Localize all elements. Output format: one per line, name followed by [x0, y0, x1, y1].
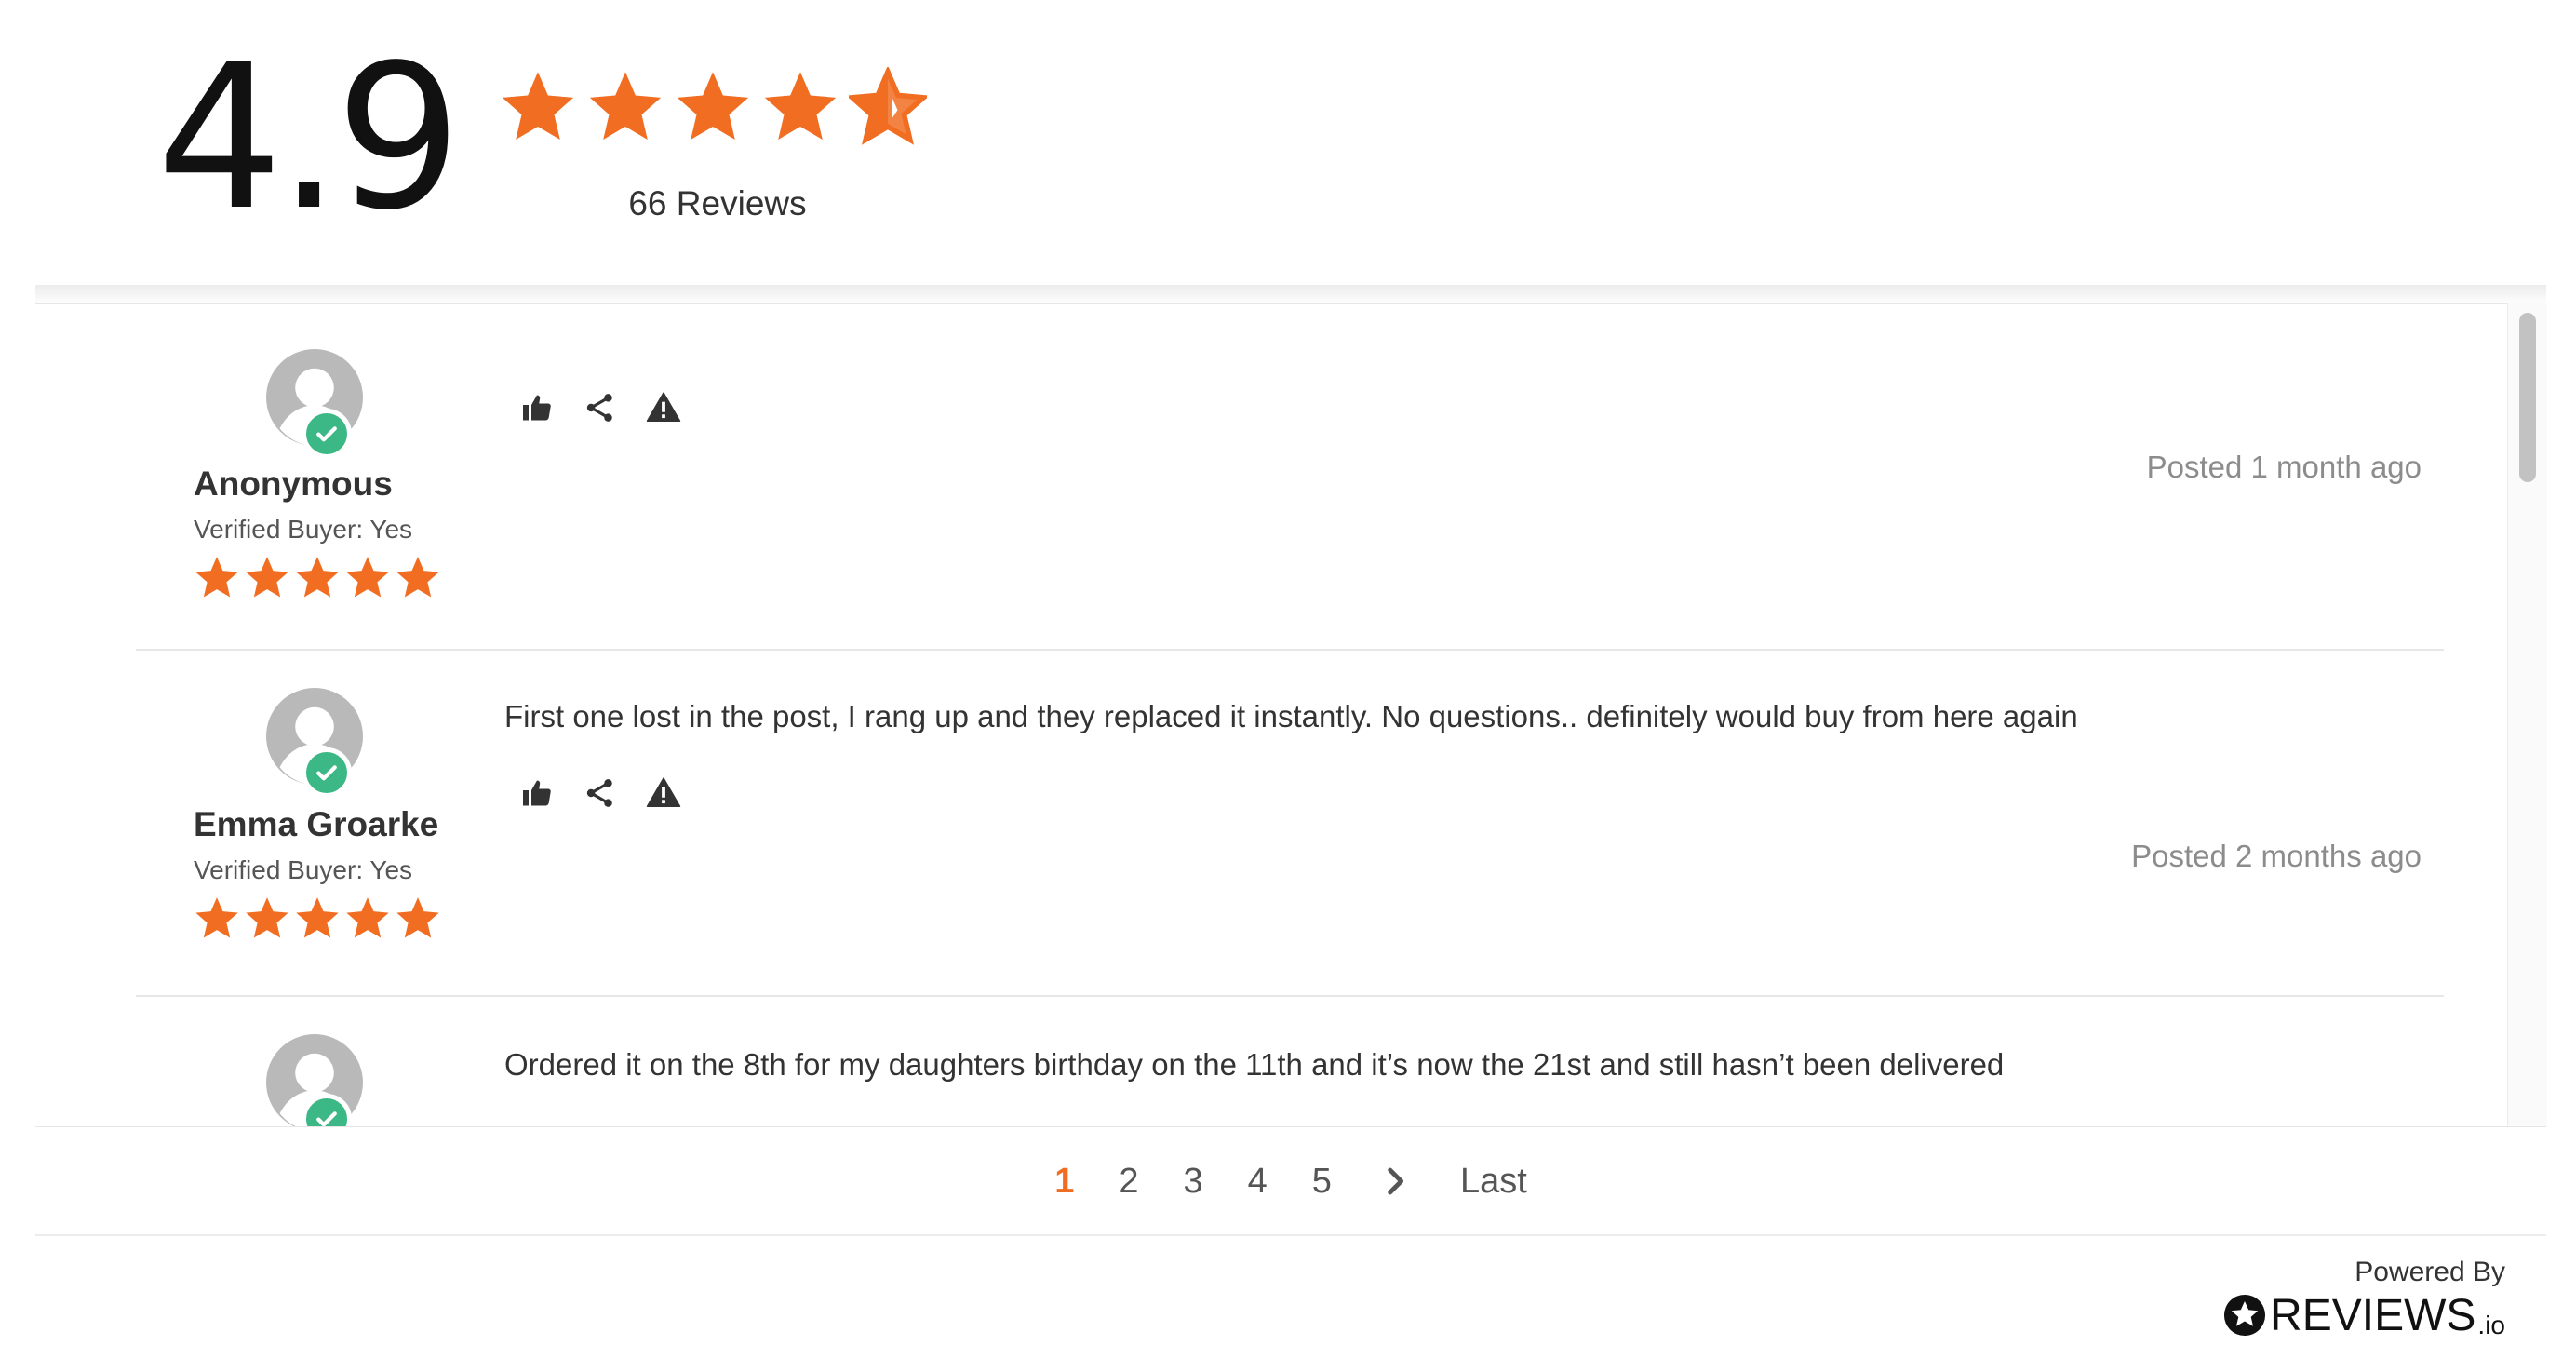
review-actions	[519, 390, 681, 425]
review-count: 66 Reviews	[628, 184, 807, 222]
review-actions	[519, 775, 681, 811]
powered-by[interactable]: Powered By REVIEWS .io	[2223, 1257, 2505, 1339]
review-text: First one lost in the post, I rang up an…	[504, 699, 2078, 733]
star-icon	[194, 895, 240, 941]
verified-check-icon	[302, 747, 352, 798]
star-icon	[674, 67, 752, 145]
review-item: Emma Groarke Verified Buyer: Yes First o…	[136, 651, 2444, 997]
review-item: Ordered it on the 8th for my daughters b…	[136, 997, 2444, 1127]
star-icon	[395, 895, 441, 941]
list-top-shadow	[35, 285, 2546, 305]
page-link-3[interactable]: 3	[1161, 1164, 1226, 1199]
star-icon	[294, 895, 341, 941]
star-icon	[294, 554, 341, 600]
star-icon	[761, 67, 839, 145]
scroll-thumb[interactable]	[2519, 313, 2536, 482]
powered-by-label: Powered By	[2355, 1257, 2505, 1287]
summary-stars	[499, 67, 927, 145]
page-link-5[interactable]: 5	[1290, 1164, 1354, 1199]
brand-name: REVIEWS	[2270, 1291, 2476, 1340]
star-icon	[244, 895, 290, 941]
reviewer-name: Anonymous	[194, 464, 393, 503]
chevron-right-icon[interactable]	[1354, 1166, 1438, 1196]
pagination: 1 2 3 4 5 Last	[35, 1126, 2546, 1236]
page-link-2[interactable]: 2	[1096, 1164, 1161, 1199]
review-rating	[194, 554, 441, 600]
page-link-4[interactable]: 4	[1226, 1164, 1290, 1199]
review-item: Anonymous Verified Buyer: Yes Posted 1 m…	[136, 304, 2444, 651]
share-icon[interactable]	[583, 390, 618, 425]
thumbs-up-icon[interactable]	[519, 390, 555, 425]
share-icon[interactable]	[583, 775, 618, 811]
star-icon	[344, 895, 391, 941]
reviews-list[interactable]: Anonymous Verified Buyer: Yes Posted 1 m…	[35, 303, 2511, 1127]
star-icon	[499, 67, 577, 145]
scrollbar[interactable]	[2507, 303, 2547, 1126]
warning-icon[interactable]	[646, 390, 681, 425]
review-rating	[194, 895, 441, 941]
page-link-1[interactable]: 1	[1032, 1164, 1096, 1199]
star-icon	[244, 554, 290, 600]
half-star-icon	[849, 67, 927, 145]
star-icon	[344, 554, 391, 600]
warning-icon[interactable]	[646, 775, 681, 811]
star-icon	[194, 554, 240, 600]
verified-check-icon	[302, 409, 352, 459]
average-score: 4.9	[156, 22, 462, 254]
posted-date: Posted 1 month ago	[2146, 450, 2422, 484]
review-text: Ordered it on the 8th for my daughters b…	[504, 1047, 2005, 1082]
verified-buyer-label: Verified Buyer: Yes	[194, 515, 413, 544]
star-circle-icon	[2224, 1294, 2266, 1337]
verified-buyer-label: Verified Buyer: Yes	[194, 855, 413, 884]
star-icon	[395, 554, 441, 600]
brand-logo[interactable]: REVIEWS .io	[2223, 1294, 2505, 1339]
posted-date: Posted 2 months ago	[2131, 839, 2422, 873]
reviewer-name: Emma Groarke	[194, 805, 439, 843]
brand-suffix: .io	[2477, 1311, 2505, 1339]
star-icon	[586, 67, 664, 145]
rating-summary: 4.9 66 Reviews	[0, 0, 2576, 289]
page-link-last[interactable]: Last	[1438, 1164, 1550, 1199]
thumbs-up-icon[interactable]	[519, 775, 555, 811]
